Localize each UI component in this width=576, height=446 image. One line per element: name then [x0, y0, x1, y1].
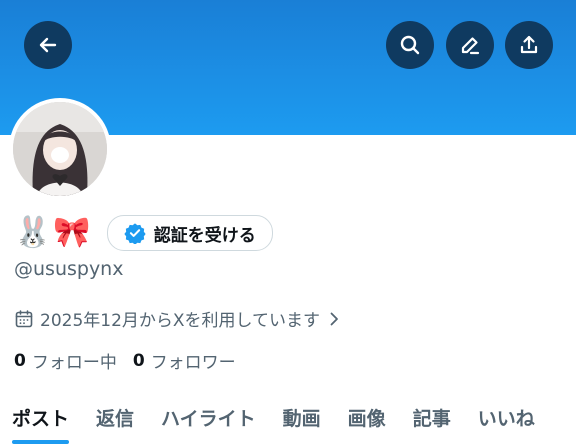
profile-tabs: ポスト 返信 ハイライト 動画 画像 記事 いいね — [0, 396, 576, 446]
following-label: フォロー中 — [31, 353, 117, 373]
share-button[interactable] — [505, 21, 553, 69]
display-name: 🐰🎀 — [14, 215, 93, 250]
share-upload-icon — [520, 35, 538, 54]
calendar-icon — [15, 309, 33, 327]
tab-replies[interactable]: 返信 — [96, 396, 134, 431]
joined-date-text: 2025年12月からXを利用しています — [40, 311, 321, 331]
edit-pen-icon — [461, 37, 480, 55]
get-verified-label: 認証を受ける — [153, 225, 256, 246]
edit-button[interactable] — [446, 21, 494, 69]
avatar[interactable] — [9, 98, 111, 200]
back-button[interactable] — [24, 21, 72, 69]
profile-photo-icon — [13, 102, 107, 196]
tab-images[interactable]: 画像 — [348, 396, 386, 431]
chevron-right-icon — [330, 312, 338, 325]
following-link[interactable]: 0 フォロー中 — [14, 348, 117, 374]
get-verified-button[interactable]: 認証を受ける — [106, 215, 273, 251]
avatar-image — [13, 102, 107, 196]
following-count: 0 — [14, 350, 26, 371]
followers-count: 0 — [132, 350, 145, 371]
search-icon — [400, 35, 420, 55]
tab-articles[interactable]: 記事 — [413, 396, 451, 431]
tab-posts[interactable]: ポスト — [12, 396, 70, 444]
search-button[interactable] — [386, 21, 434, 69]
tab-likes[interactable]: いいね — [478, 396, 535, 431]
tab-highlights[interactable]: ハイライト — [161, 396, 256, 431]
back-arrow-icon — [39, 37, 57, 53]
joined-date-row[interactable]: 2025年12月からXを利用しています — [14, 306, 342, 331]
followers-label: フォロワー — [150, 353, 236, 373]
verified-badge-icon — [124, 223, 146, 244]
tab-videos[interactable]: 動画 — [283, 396, 321, 431]
followers-link[interactable]: 0 フォロワー — [132, 348, 236, 374]
user-handle: @ususpynx — [14, 258, 124, 280]
